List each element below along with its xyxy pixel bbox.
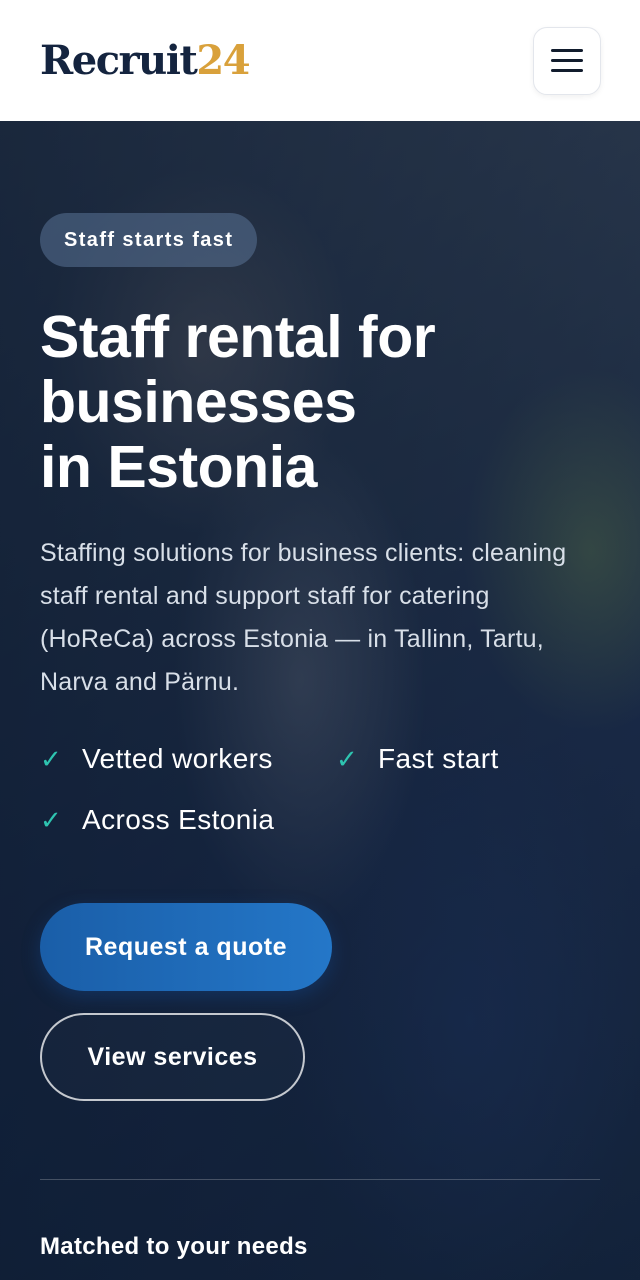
checkmark-icon: ✓ [336,743,359,774]
hero-title-line: Staff rental for [40,304,436,370]
hero-description: Staffing solutions for business clients:… [40,539,567,696]
logo-text: Recruit [40,37,198,84]
hero-badge: Staff starts fast [40,213,258,267]
feature-item: ✓ Vetted workers [40,743,273,775]
feature-label: Fast start [378,743,499,774]
feature-item: ✓ Across Estonia [40,804,274,836]
checkmark-icon: ✓ [40,743,63,774]
hero-title-line: in Estonia [40,434,317,500]
hamburger-menu-icon [551,49,583,52]
feature-label: Vetted workers [82,743,273,774]
section-label: Matched to your needs [40,1233,308,1260]
hero-title: Staff rental for businesses in Estonia [40,305,580,500]
logo[interactable]: Recruit24 [40,37,251,84]
checkmark-icon: ✓ [40,804,63,835]
hamburger-menu-button[interactable] [533,26,601,95]
feature-item: ✓ Fast start [336,743,499,775]
site-header: Recruit24 [0,0,640,121]
feature-label: Across Estonia [82,804,275,835]
view-services-button[interactable]: View services [40,1013,305,1101]
logo-number: 24 [196,37,250,84]
hero-section: Staff starts fast Staff rental for busin… [0,121,640,1280]
hero-title-line: businesses [40,369,357,435]
request-quote-button[interactable]: Request a quote [40,903,332,991]
divider [40,1179,600,1180]
